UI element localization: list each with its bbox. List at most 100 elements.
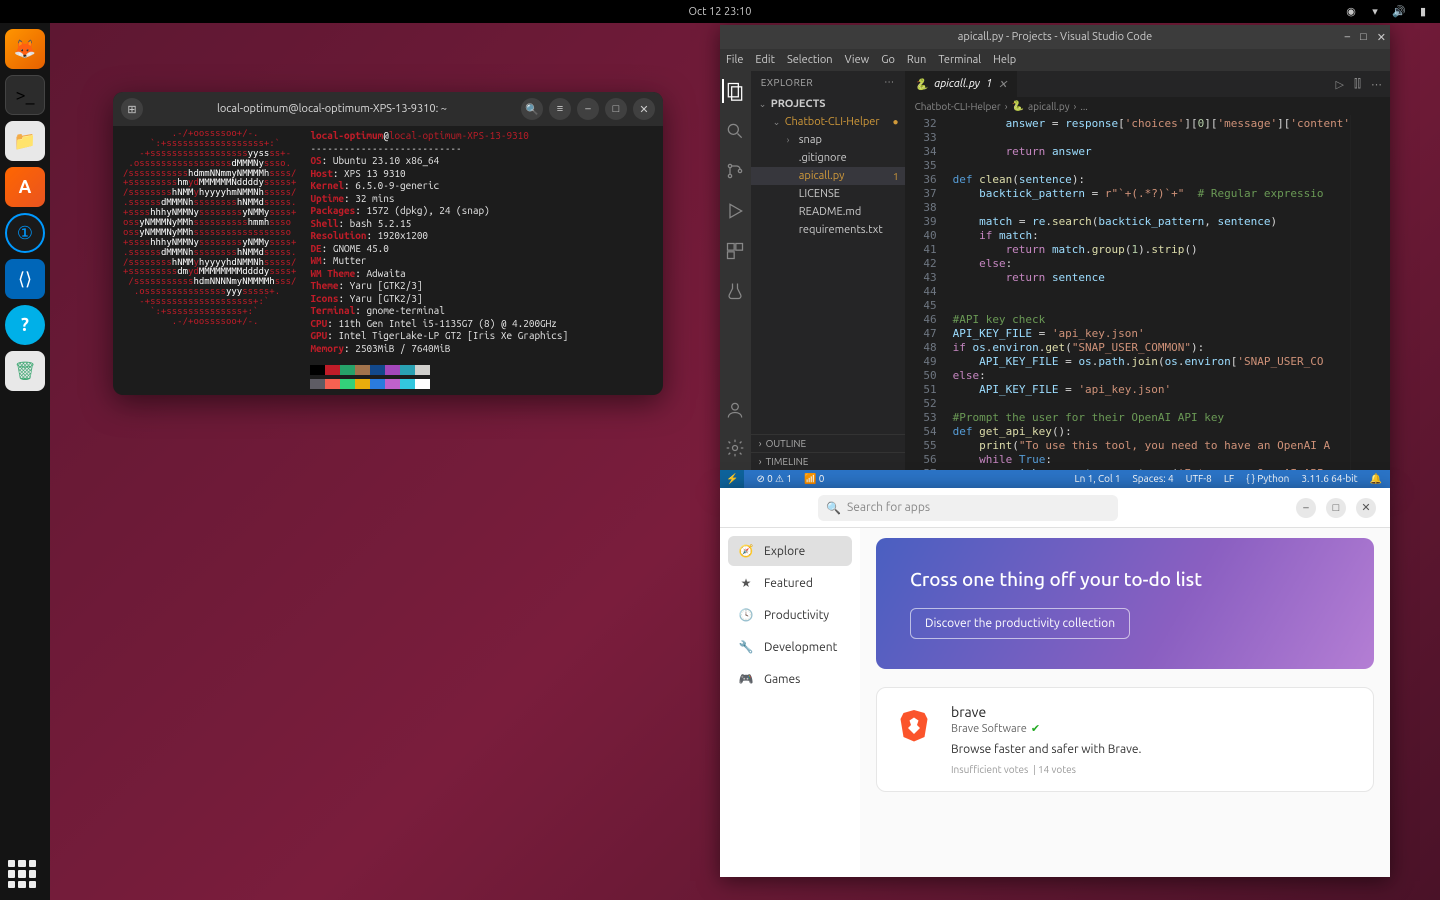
file-snap[interactable]: ›snap	[751, 131, 905, 149]
file-README-md[interactable]: README.md	[751, 203, 905, 221]
file--gitignore[interactable]: .gitignore	[751, 149, 905, 167]
dock-trash[interactable]: 🗑	[5, 351, 45, 391]
dock-vscode[interactable]: ⟨⟩	[5, 259, 45, 299]
power-icon[interactable]: ◉	[1344, 5, 1358, 19]
extensions-icon[interactable]	[723, 239, 747, 263]
run-debug-icon[interactable]	[723, 199, 747, 223]
project-root[interactable]: ⌄PROJECTS	[751, 95, 905, 113]
dock-help[interactable]: ?	[5, 305, 45, 345]
store-sidebar: 🧭Explore★Featured🕓Productivity🔧Developme…	[720, 528, 860, 877]
breadcrumb[interactable]: Chatbot-CLI-Helper› 🐍apicall.py› ...	[905, 97, 1390, 115]
nav-explore[interactable]: 🧭Explore	[728, 536, 852, 566]
status-spaces[interactable]: Spaces: 4	[1133, 473, 1174, 485]
code-editor[interactable]: 3233343536373839404142434445464748495051…	[905, 115, 1390, 470]
accounts-icon[interactable]	[723, 398, 747, 422]
close-tab-icon[interactable]: ✕	[998, 78, 1007, 91]
maximize-icon[interactable]: □	[1360, 31, 1367, 44]
activity-bar	[720, 71, 751, 470]
menu-icon[interactable]: ≡	[549, 98, 571, 120]
folder-item[interactable]: ⌄Chatbot-CLI-Helper●	[751, 113, 905, 131]
banner-button[interactable]: Discover the productivity collection	[910, 608, 1130, 639]
file-requirements-txt[interactable]: requirements.txt	[751, 221, 905, 239]
menu-edit[interactable]: Edit	[755, 54, 775, 66]
file-LICENSE[interactable]: LICENSE	[751, 185, 905, 203]
banner-title: Cross one thing off your to-do list	[910, 568, 1340, 590]
nav-productivity[interactable]: 🕓Productivity	[728, 600, 852, 630]
battery-icon[interactable]: ▮	[1416, 5, 1430, 19]
neofetch-logo: .-/+oossssoo+/-. `:+ssssssssssssssssss+:…	[123, 130, 296, 389]
nav-development[interactable]: 🔧Development	[728, 632, 852, 662]
nav-games[interactable]: 🎮Games	[728, 664, 852, 694]
menu-view[interactable]: View	[845, 54, 870, 66]
terminal-body[interactable]: .-/+oossssoo+/-. `:+ssssssssssssssssss+:…	[113, 126, 663, 395]
vscode-titlebar[interactable]: apicall.py - Projects - Visual Studio Co…	[720, 25, 1390, 49]
remote-indicator[interactable]: ⚡	[720, 470, 744, 488]
split-icon[interactable]: ⫿⫿	[1354, 78, 1361, 91]
app-description: Browse faster and safer with Brave.	[951, 743, 1357, 756]
vscode-menubar: File Edit Selection View Go Run Terminal Help	[720, 49, 1390, 71]
status-cursor[interactable]: Ln 1, Col 1	[1075, 473, 1121, 485]
close-icon[interactable]: ✕	[1356, 498, 1376, 518]
status-problems[interactable]: ⊘ 0 ⚠ 1	[756, 473, 792, 485]
color-swatches	[310, 365, 568, 375]
more-icon[interactable]: ⋯	[884, 76, 895, 88]
store-content[interactable]: Cross one thing off your to-do list Disc…	[860, 528, 1390, 877]
explorer-icon[interactable]	[722, 79, 746, 103]
explorer-label: EXPLORER	[761, 77, 813, 88]
menu-file[interactable]: File	[726, 54, 743, 66]
notifications-icon[interactable]: 🔔	[1370, 473, 1382, 485]
settings-icon[interactable]	[723, 436, 747, 460]
status-bar: ⚡ ⊘ 0 ⚠ 1 📶 0 Ln 1, Col 1 Spaces: 4 UTF-…	[720, 470, 1390, 488]
editor-area: 🐍 apicall.py 1 ✕ ▷ ⫿⫿ ⋯ Chatbot-CLI-Help…	[905, 71, 1390, 470]
search-icon[interactable]	[723, 119, 747, 143]
file-apicall-py[interactable]: apicall.py1	[751, 167, 905, 185]
minimap[interactable]	[1350, 115, 1390, 470]
outline-section[interactable]: ›OUTLINE	[751, 434, 905, 452]
verified-icon: ✔	[1031, 722, 1040, 735]
menu-go[interactable]: Go	[881, 54, 895, 66]
status-icons[interactable]: ◉ ▾ 🔊 ▮	[1344, 5, 1430, 19]
more-icon[interactable]: ⋯	[1371, 78, 1382, 91]
run-icon[interactable]: ▷	[1335, 78, 1343, 91]
maximize-icon[interactable]: □	[605, 98, 627, 120]
volume-icon[interactable]: 🔊	[1392, 5, 1406, 19]
minimize-icon[interactable]: –	[1296, 498, 1316, 518]
testing-icon[interactable]	[723, 279, 747, 303]
source-control-icon[interactable]	[723, 159, 747, 183]
menu-terminal[interactable]: Terminal	[938, 54, 981, 66]
status-language[interactable]: { } Python	[1246, 473, 1289, 485]
nav-featured[interactable]: ★Featured	[728, 568, 852, 598]
dock-firefox[interactable]: 🦊	[5, 29, 45, 69]
dock-files[interactable]: 📁	[5, 121, 45, 161]
minimize-icon[interactable]: –	[577, 98, 599, 120]
search-placeholder: Search for apps	[847, 501, 930, 514]
minimize-icon[interactable]: –	[1345, 31, 1350, 44]
dock-1password[interactable]: ①	[5, 213, 45, 253]
close-icon[interactable]: ✕	[1377, 31, 1386, 44]
status-python[interactable]: 3.11.6 64-bit	[1301, 473, 1357, 485]
status-encoding[interactable]: UTF-8	[1186, 473, 1212, 485]
explorer-sidebar: EXPLORER ⋯ ⌄PROJECTS ⌄Chatbot-CLI-Helper…	[751, 71, 905, 470]
dock-software[interactable]: A	[5, 167, 45, 207]
search-icon[interactable]: 🔍	[521, 98, 543, 120]
show-applications[interactable]	[8, 860, 36, 888]
app-publisher: Brave Software	[951, 723, 1027, 735]
menu-selection[interactable]: Selection	[787, 54, 833, 66]
app-card-brave[interactable]: brave Brave Software ✔ Browse faster and…	[876, 687, 1374, 792]
close-icon[interactable]: ✕	[633, 98, 655, 120]
banner-productivity: Cross one thing off your to-do list Disc…	[876, 538, 1374, 669]
terminal-titlebar[interactable]: ⊞ local-optimum@local-optimum-XPS-13-931…	[113, 92, 663, 126]
maximize-icon[interactable]: □	[1326, 498, 1346, 518]
search-input[interactable]: 🔍 Search for apps	[818, 495, 1118, 521]
menu-help[interactable]: Help	[993, 54, 1016, 66]
clock[interactable]: Oct 12 23:10	[689, 6, 752, 18]
timeline-section[interactable]: ›TIMELINE	[751, 452, 905, 470]
menu-run[interactable]: Run	[907, 54, 926, 66]
status-ports[interactable]: 📶 0	[804, 473, 824, 485]
vscode-title: apicall.py - Projects - Visual Studio Co…	[958, 31, 1153, 43]
tab-apicall[interactable]: 🐍 apicall.py 1 ✕	[905, 71, 1019, 97]
wifi-icon[interactable]: ▾	[1368, 5, 1382, 19]
status-eol[interactable]: LF	[1224, 473, 1234, 485]
new-tab-icon[interactable]: ⊞	[121, 98, 143, 120]
dock-terminal[interactable]: >_	[5, 75, 45, 115]
